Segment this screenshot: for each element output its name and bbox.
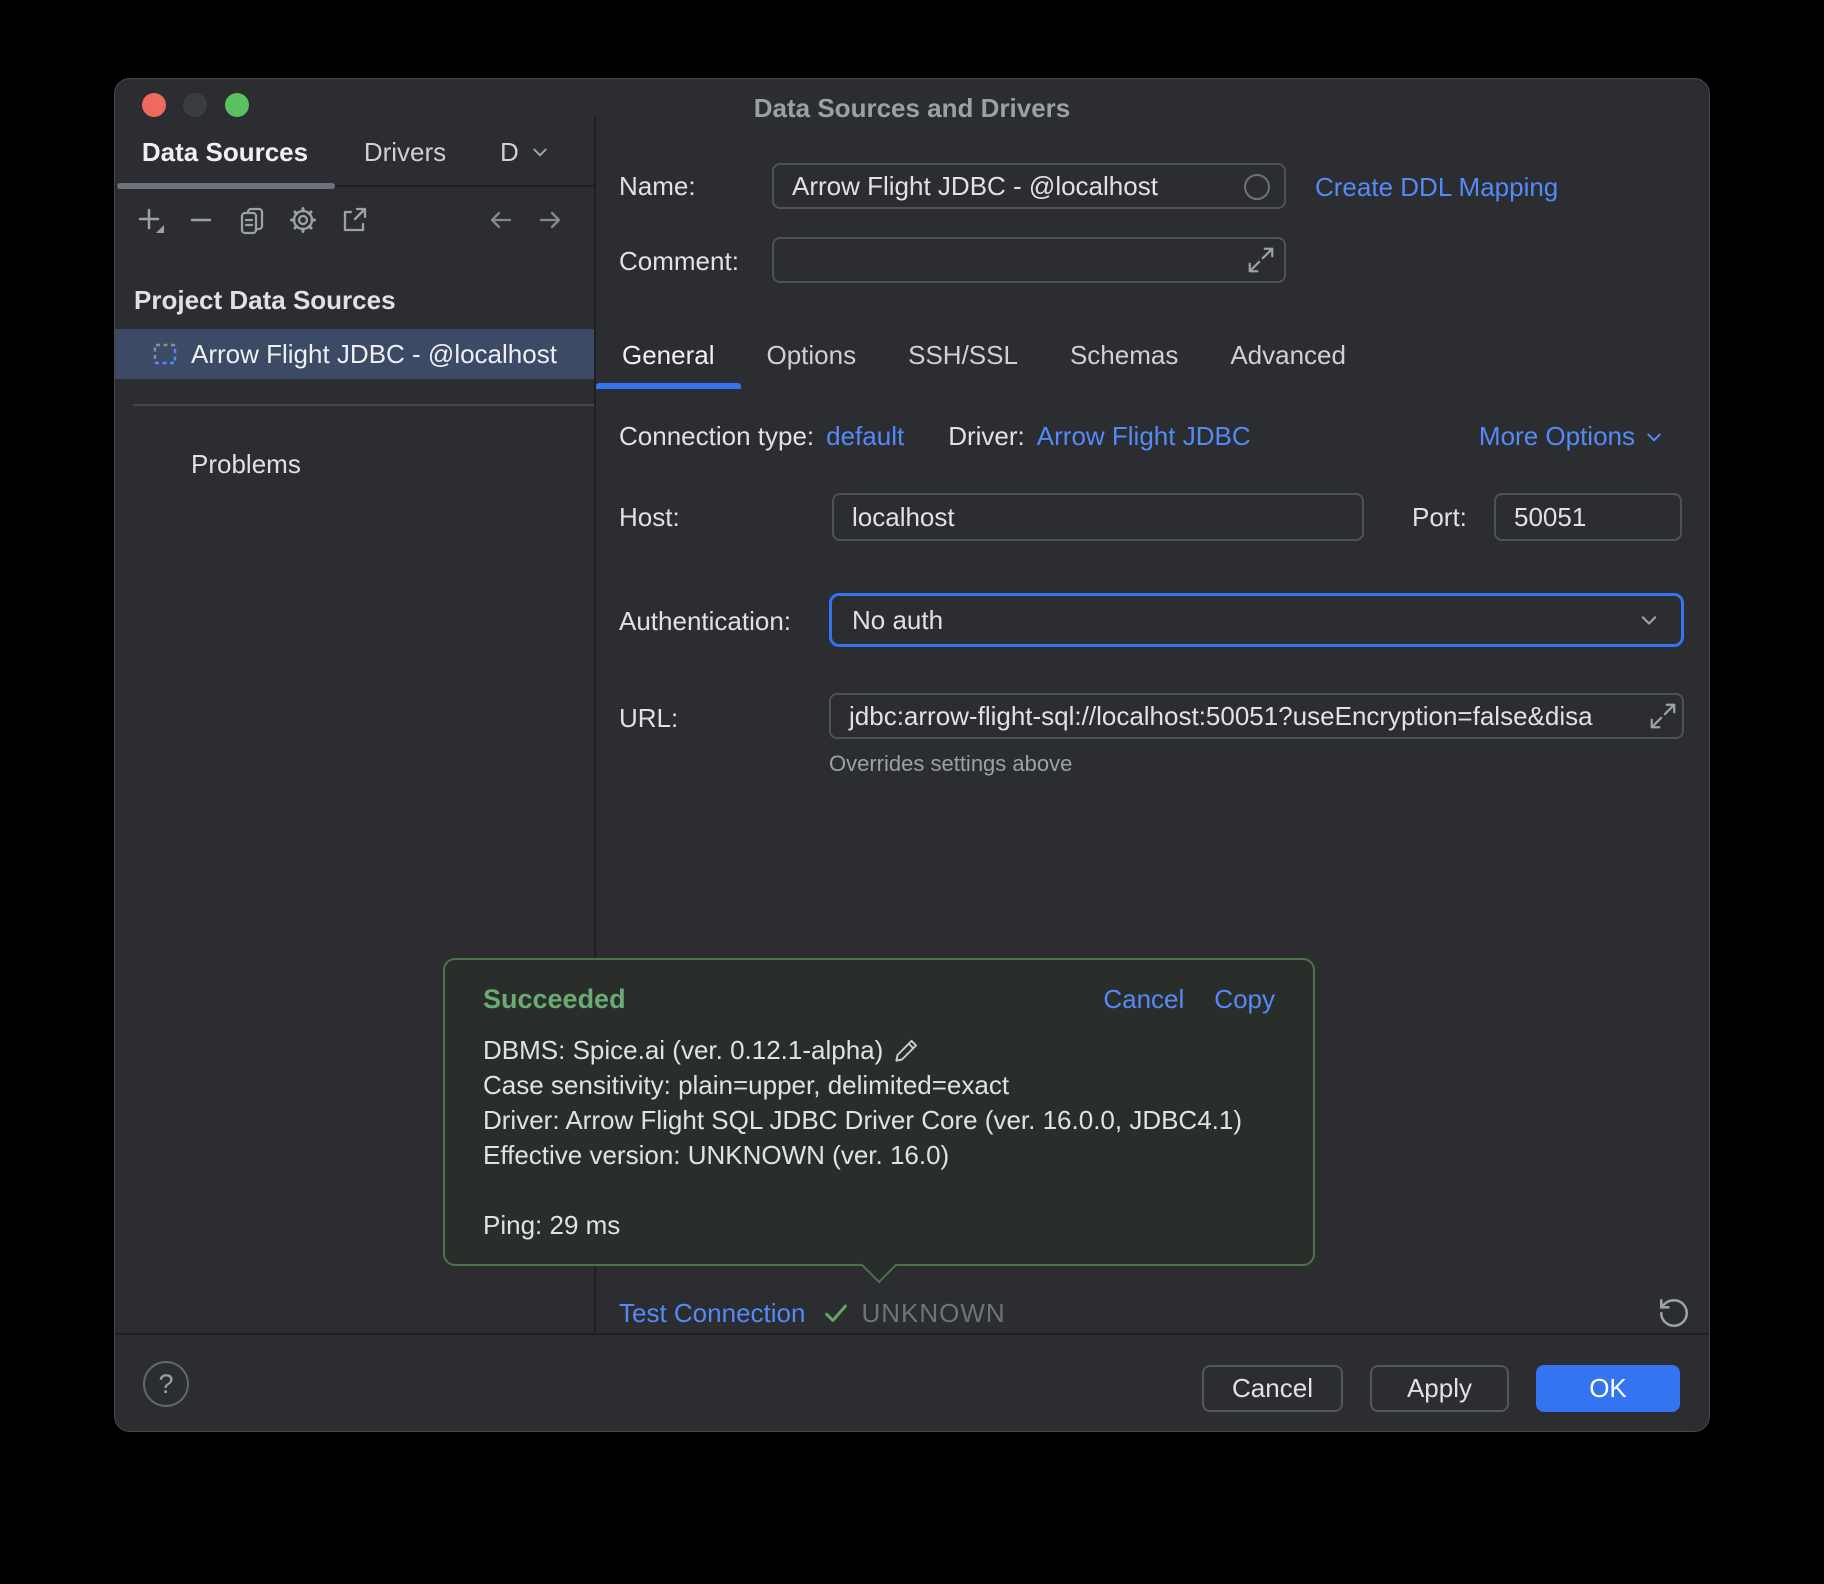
- duplicate-data-source-button[interactable]: [235, 203, 269, 237]
- dialog-footer: ? Cancel Apply OK: [115, 1333, 1709, 1431]
- tab-overflow[interactable]: D: [500, 117, 580, 187]
- minus-icon: [184, 203, 218, 237]
- effective-version-line: Effective version: UNKNOWN (ver. 16.0): [483, 1138, 1275, 1173]
- port-input[interactable]: 50051: [1494, 493, 1682, 541]
- apply-button[interactable]: Apply: [1370, 1365, 1509, 1412]
- sidebar-tab-bar: Data Sources Drivers D: [115, 117, 594, 187]
- remove-data-source-button[interactable]: [184, 203, 218, 237]
- url-input[interactable]: jdbc:arrow-flight-sql://localhost:50051?…: [829, 693, 1684, 739]
- expand-icon[interactable]: [1246, 245, 1276, 275]
- test-connection-popup: Succeeded Cancel Copy DBMS: Spice.ai (ve…: [443, 958, 1315, 1266]
- port-label: Port:: [1412, 502, 1467, 533]
- host-input[interactable]: localhost: [832, 493, 1364, 541]
- expand-icon[interactable]: [1648, 701, 1678, 731]
- tab-ssh-ssl[interactable]: SSH/SSL: [882, 321, 1044, 389]
- check-icon: [821, 1298, 851, 1328]
- data-source-label: Arrow Flight JDBC - @localhost: [191, 339, 557, 370]
- comment-input[interactable]: [772, 237, 1286, 283]
- connection-type-value-link[interactable]: default: [826, 421, 904, 452]
- arrow-left-icon: [484, 203, 518, 237]
- tab-schemas[interactable]: Schemas: [1044, 321, 1204, 389]
- popup-body: DBMS: Spice.ai (ver. 0.12.1-alpha) Case …: [483, 1033, 1275, 1243]
- tab-options[interactable]: Options: [741, 321, 883, 389]
- ping-line: Ping: 29 ms: [483, 1208, 1275, 1243]
- test-connection-link[interactable]: Test Connection: [619, 1298, 805, 1329]
- titlebar: Data Sources and Drivers: [115, 79, 1709, 117]
- name-input[interactable]: Arrow Flight JDBC - @localhost: [772, 163, 1286, 209]
- authentication-label: Authentication:: [619, 606, 791, 637]
- data-source-item-selected[interactable]: Arrow Flight JDBC - @localhost: [115, 329, 594, 379]
- data-sources-dialog: Data Sources and Drivers Data Sources Dr…: [114, 78, 1710, 1432]
- copy-icon: [235, 203, 269, 237]
- driver-line: Driver: Arrow Flight SQL JDBC Driver Cor…: [483, 1103, 1275, 1138]
- chevron-down-icon: [1635, 606, 1663, 634]
- history-nav: [484, 189, 567, 251]
- tab-drivers[interactable]: Drivers: [335, 117, 475, 187]
- driver-label: Driver:: [948, 421, 1025, 452]
- popup-header: Succeeded Cancel Copy: [483, 984, 1275, 1015]
- popup-cancel-link[interactable]: Cancel: [1103, 984, 1184, 1015]
- plus-icon: [133, 203, 167, 237]
- active-tab-underline: [596, 383, 741, 389]
- connection-type-label: Connection type:: [619, 421, 814, 452]
- edit-pencil-icon[interactable]: [893, 1037, 920, 1064]
- test-result-text: UNKNOWN: [861, 1298, 1005, 1329]
- dbms-line: DBMS: Spice.ai (ver. 0.12.1-alpha): [483, 1033, 1275, 1068]
- revert-icon[interactable]: [1657, 1296, 1691, 1330]
- tab-general[interactable]: General: [596, 321, 741, 389]
- popup-copy-link[interactable]: Copy: [1214, 984, 1275, 1015]
- more-options-link[interactable]: More Options: [1479, 421, 1667, 452]
- authentication-select[interactable]: No auth: [829, 593, 1684, 647]
- connection-type-row: Connection type: default Driver: Arrow F…: [619, 421, 1251, 452]
- tab-data-sources[interactable]: Data Sources: [115, 117, 335, 187]
- status-badge: Succeeded: [483, 984, 626, 1015]
- help-button[interactable]: ?: [143, 1361, 189, 1407]
- case-sensitivity-line: Case sensitivity: plain=upper, delimited…: [483, 1068, 1275, 1103]
- sidebar-divider: [133, 404, 594, 406]
- comment-label: Comment:: [619, 246, 739, 277]
- sidebar-item-problems[interactable]: Problems: [191, 449, 301, 480]
- chevron-down-icon: [527, 139, 553, 165]
- loading-ring-icon: [1244, 174, 1270, 200]
- add-data-source-button[interactable]: [133, 203, 167, 237]
- driver-value-link[interactable]: Arrow Flight JDBC: [1037, 421, 1251, 452]
- forward-button[interactable]: [533, 203, 567, 237]
- name-label: Name:: [619, 171, 696, 202]
- data-source-settings-button[interactable]: [286, 203, 320, 237]
- test-connection-row: Test Connection UNKNOWN: [596, 1291, 1710, 1335]
- data-source-icon: [151, 340, 179, 368]
- chevron-down-icon: [1641, 424, 1667, 450]
- url-label: URL:: [619, 703, 678, 734]
- create-ddl-mapping-link[interactable]: Create DDL Mapping: [1315, 172, 1558, 203]
- settings-tab-bar: General Options SSH/SSL Schemas Advanced: [596, 321, 1372, 389]
- cancel-button[interactable]: Cancel: [1202, 1365, 1343, 1412]
- ok-button[interactable]: OK: [1536, 1365, 1680, 1412]
- screen: Data Sources and Drivers Data Sources Dr…: [0, 0, 1824, 1584]
- project-data-sources-header: Project Data Sources: [134, 285, 396, 316]
- host-label: Host:: [619, 502, 680, 533]
- url-hint: Overrides settings above: [829, 751, 1072, 777]
- gear-icon: [286, 203, 320, 237]
- tab-advanced[interactable]: Advanced: [1204, 321, 1372, 389]
- export-icon: [337, 203, 371, 237]
- make-global-button[interactable]: [337, 203, 371, 237]
- arrow-right-icon: [533, 203, 567, 237]
- back-button[interactable]: [484, 203, 518, 237]
